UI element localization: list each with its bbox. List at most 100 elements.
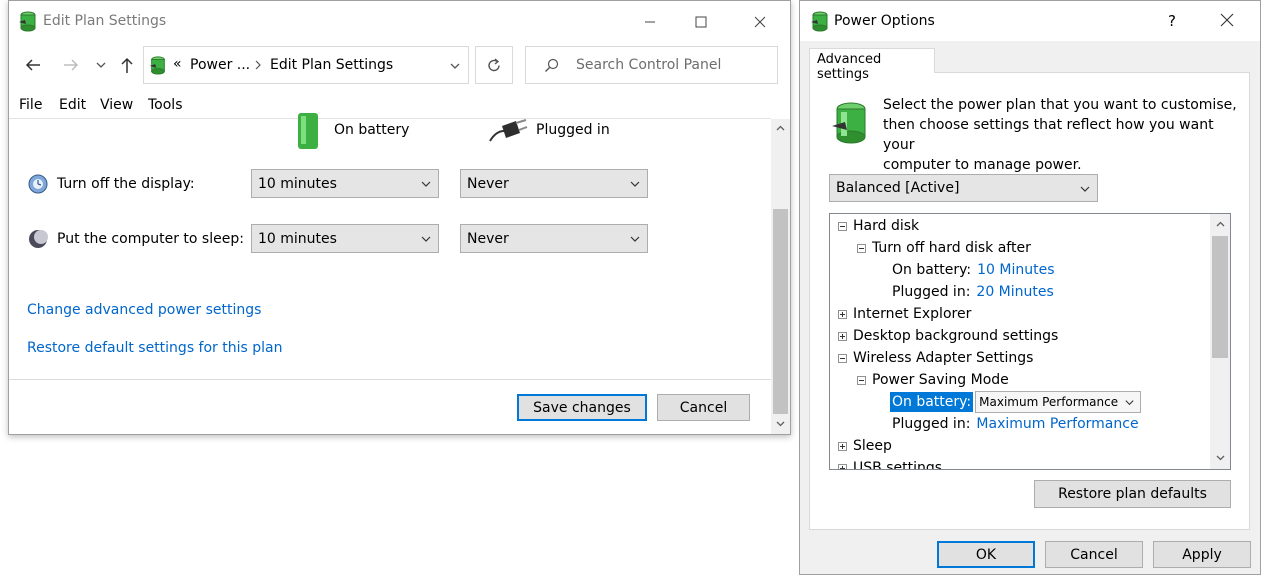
tree-item-turn-off-hdd[interactable]: Turn off hard disk after [857,237,1031,259]
tree-item-hdd-on-battery[interactable]: On battery: 10 Minutes [892,259,1055,281]
up-button[interactable] [117,55,137,75]
dialog-close-button[interactable] [1220,13,1234,27]
restore-plan-defaults-button[interactable]: Restore plan defaults [1034,480,1231,508]
tree-item-desktop-background[interactable]: Desktop background settings [838,325,1058,347]
battery-icon [295,113,321,149]
plug-icon [488,117,528,143]
tree-item-usb-settings[interactable]: USB settings [838,457,942,469]
dialog-title: Power Options [834,13,935,29]
sleep-plugged-value: Never [467,230,509,247]
maximize-icon [695,16,707,28]
menu-divider [9,118,771,119]
tree-item-internet-explorer[interactable]: Internet Explorer [838,303,971,325]
tree-item-wireless-adapter[interactable]: Wireless Adapter Settings [838,347,1033,369]
expand-icon[interactable] [838,441,847,451]
tree-item-hard-disk[interactable]: Hard disk [838,215,919,237]
minimize-button[interactable] [630,7,670,37]
apply-button[interactable]: Apply [1153,541,1251,568]
expand-icon[interactable] [838,331,847,341]
plan-description: Select the power plan that you want to c… [883,95,1243,175]
search-box[interactable]: Search Control Panel [525,46,778,84]
recent-locations-button[interactable] [95,59,107,71]
menu-edit[interactable]: Edit [59,97,86,113]
menu-view[interactable]: View [100,97,133,113]
refresh-icon [488,58,500,72]
breadcrumb-overflow[interactable]: « [173,56,182,72]
tree-label: Plugged in: [892,416,971,432]
menu-tools[interactable]: Tools [148,97,183,113]
power-plan-icon [831,100,871,148]
tree-item-psm-plugged-in[interactable]: Plugged in: Maximum Performance [892,413,1139,435]
tree-label: Plugged in: [892,284,971,300]
tree-item-power-saving-mode[interactable]: Power Saving Mode [857,369,1009,391]
maximize-button[interactable] [681,7,721,37]
hdd-battery-value[interactable]: 10 Minutes [977,262,1054,278]
display-plugged-select[interactable]: Never [460,169,648,198]
collapse-icon[interactable] [838,221,847,231]
tree-item-psm-on-battery[interactable]: On battery: Maximum Performance [890,391,1142,413]
scroll-up-icon[interactable] [775,123,786,134]
save-changes-button[interactable]: Save changes [517,394,647,421]
tab-label: Advanced settings [817,52,882,82]
menu-file[interactable]: File [19,97,42,113]
power-plan-select[interactable]: Balanced [Active] [829,174,1098,202]
arrow-right-icon [64,59,79,71]
collapse-icon[interactable] [857,375,866,385]
tree-label: Desktop background settings [853,328,1059,344]
scroll-down-icon[interactable] [775,418,786,429]
address-bar[interactable]: « Power ... Edit Plan Settings [143,46,469,84]
hdd-plugged-value[interactable]: 20 Minutes [976,284,1053,300]
close-button[interactable] [740,7,780,37]
sleep-plugged-select[interactable]: Never [460,224,648,253]
chevron-down-icon [1080,186,1090,192]
dialog-cancel-button[interactable]: Cancel [1045,541,1143,568]
change-advanced-settings-link[interactable]: Change advanced power settings [27,302,261,318]
search-input[interactable]: Search Control Panel [576,57,721,73]
breadcrumb-parent[interactable]: Power ... [190,57,250,73]
tab-panel: Select the power plan that you want to c… [809,72,1250,530]
tree-scrollbar[interactable] [1210,214,1230,469]
help-button[interactable]: ? [1168,12,1176,30]
psm-plugged-value[interactable]: Maximum Performance [976,416,1138,432]
sleep-battery-select[interactable]: 10 minutes [251,224,439,253]
tree-label: Power Saving Mode [872,372,1009,388]
tree-item-hdd-plugged-in[interactable]: Plugged in: 20 Minutes [892,281,1054,303]
display-plugged-value: Never [467,175,509,192]
back-button[interactable] [23,55,43,75]
chevron-down-icon [421,181,431,187]
power-options-dialog: Power Options ? Advanced settings Select… [799,0,1261,575]
cancel-button[interactable]: Cancel [657,394,750,421]
tree-item-sleep[interactable]: Sleep [838,435,892,457]
chevron-right-icon[interactable] [253,60,263,70]
settings-tree[interactable]: Hard disk Turn off hard disk after On ba… [829,213,1231,470]
chevron-down-icon[interactable] [449,60,461,72]
scroll-down-icon[interactable] [1215,452,1226,463]
sleep-battery-value: 10 minutes [258,230,337,247]
close-icon [1220,13,1234,27]
description-line: computer to manage power. [883,157,1082,173]
display-battery-select[interactable]: 10 minutes [251,169,439,198]
tree-label: Sleep [853,438,892,454]
power-plan-icon [809,10,831,32]
restore-defaults-link[interactable]: Restore default settings for this plan [27,340,283,356]
forward-button[interactable] [61,55,81,75]
selected-tree-label[interactable]: On battery: [890,392,974,412]
collapse-icon[interactable] [838,353,847,363]
tree-label: On battery: [892,262,972,278]
psm-battery-value: Maximum Performance [979,395,1119,409]
scroll-thumb[interactable] [1212,236,1228,358]
breadcrumb-current[interactable]: Edit Plan Settings [270,57,393,73]
expand-icon[interactable] [838,309,847,319]
vertical-scrollbar[interactable] [771,119,790,434]
refresh-button[interactable] [475,46,513,84]
edit-plan-settings-window: Edit Plan Settings « Power ... Edit Plan… [8,0,791,435]
scroll-thumb[interactable] [773,209,788,414]
tab-advanced-settings[interactable]: Advanced settings [809,48,935,82]
psm-battery-select[interactable]: Maximum Performance [975,391,1142,413]
tree-label: Hard disk [853,218,920,234]
collapse-icon[interactable] [857,243,866,253]
expand-icon[interactable] [838,463,847,469]
sleep-label: Put the computer to sleep: [57,231,244,247]
ok-button[interactable]: OK [937,541,1035,568]
scroll-up-icon[interactable] [1215,219,1226,230]
